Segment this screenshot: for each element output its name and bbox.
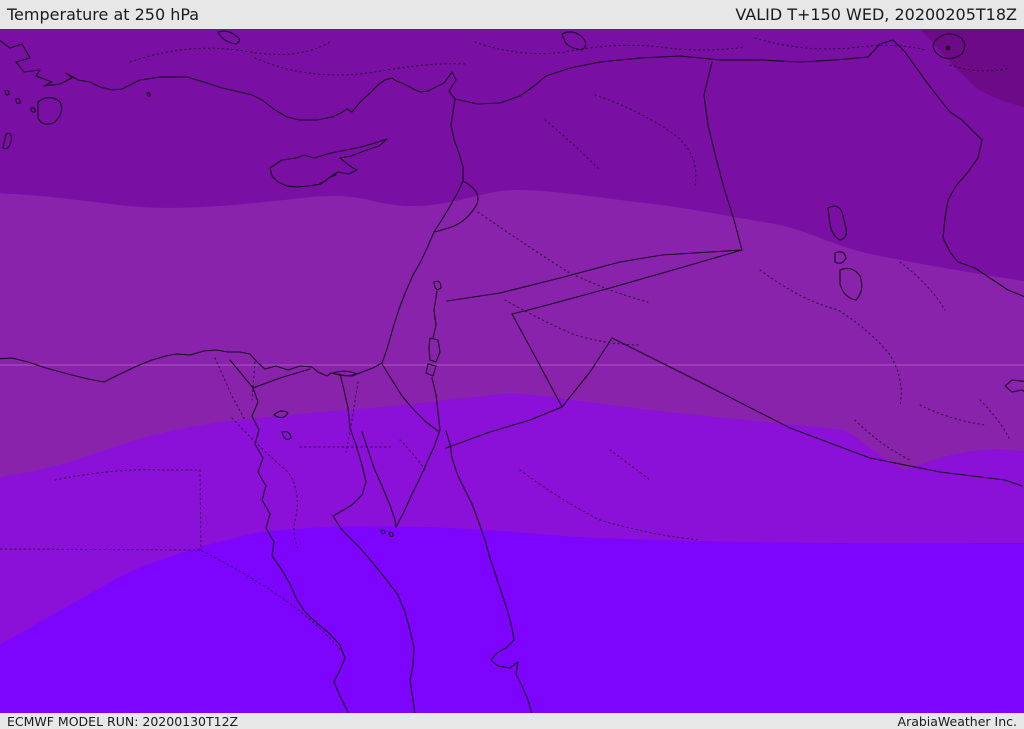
weather-map xyxy=(0,29,1024,713)
model-run-label: ECMWF MODEL RUN: 20200130T12Z xyxy=(7,713,239,729)
credit-label: ArabiaWeather Inc. xyxy=(897,713,1017,729)
header-bar: Temperature at 250 hPa VALID T+150 WED, … xyxy=(0,0,1024,29)
lake-van-island xyxy=(945,45,951,51)
footer-bar: ECMWF MODEL RUN: 20200130T12Z ArabiaWeat… xyxy=(0,713,1024,729)
valid-time-label: VALID T+150 WED, 20200205T18Z xyxy=(735,5,1017,24)
temperature-map-canvas xyxy=(0,29,1024,713)
map-title: Temperature at 250 hPa xyxy=(7,5,200,24)
